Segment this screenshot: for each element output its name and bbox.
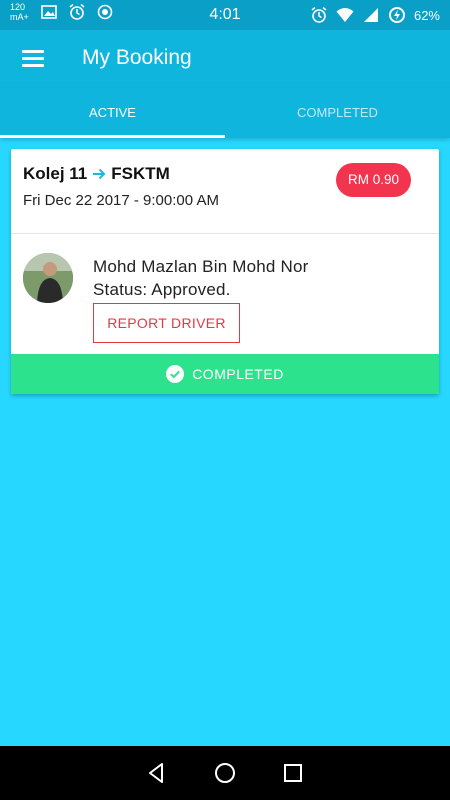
driver-avatar <box>23 253 73 303</box>
route: Kolej 11 FSKTM <box>23 164 170 184</box>
page-title: My Booking <box>82 46 192 69</box>
hamburger-menu-icon[interactable] <box>22 46 50 74</box>
route-destination: FSKTM <box>111 164 170 183</box>
check-circle-icon <box>166 365 185 383</box>
completed-label: COMPLETED <box>192 366 284 382</box>
report-driver-button[interactable]: REPORT DRIVER <box>93 303 240 343</box>
app-bar: My Booking <box>0 30 450 88</box>
battery-percent: 62% <box>413 7 440 23</box>
booking-datetime: Fri Dec 22 2017 - 9:00:00 AM <box>23 192 219 209</box>
tab-bar: ACTIVE COMPLETED <box>0 88 450 138</box>
back-icon[interactable] <box>145 761 169 785</box>
tab-completed[interactable]: COMPLETED <box>225 88 450 138</box>
booking-card[interactable]: Kolej 11 FSKTM Fri Dec 22 2017 - 9:00:00… <box>11 149 439 394</box>
arrow-right-icon <box>93 168 106 180</box>
booking-status: Status: Approved. <box>93 280 231 299</box>
route-origin: Kolej 11 <box>23 164 88 183</box>
wifi-icon <box>336 6 354 24</box>
battery-charging-icon <box>388 6 406 24</box>
booking-card-header: Kolej 11 FSKTM Fri Dec 22 2017 - 9:00:00… <box>11 149 439 234</box>
completed-footer[interactable]: COMPLETED <box>11 354 439 394</box>
driver-section: Mohd Mazlan Bin Mohd Nor Status: Approve… <box>11 235 439 354</box>
home-icon[interactable] <box>213 761 237 785</box>
alarm-icon <box>310 6 328 24</box>
navigation-bar <box>0 746 450 800</box>
driver-name: Mohd Mazlan Bin Mohd Nor <box>93 257 309 276</box>
recents-icon[interactable] <box>281 761 305 785</box>
signal-icon <box>362 6 380 24</box>
tab-active[interactable]: ACTIVE <box>0 88 225 138</box>
status-bar: 120 mA+ 4:01 62% <box>0 0 450 30</box>
price-badge: RM 0.90 <box>335 163 411 197</box>
